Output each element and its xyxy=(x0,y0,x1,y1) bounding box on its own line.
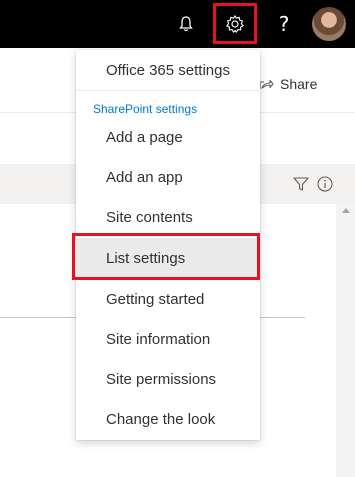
menu-separator xyxy=(76,90,260,91)
account-button[interactable] xyxy=(307,0,351,48)
list-settings-highlight-box xyxy=(72,233,260,280)
menu-item-label: Site contents xyxy=(106,208,193,226)
scrollbar[interactable] xyxy=(336,204,355,477)
menu-item-site-contents[interactable]: Site contents xyxy=(76,197,260,237)
settings-highlight-box xyxy=(213,3,257,44)
menu-item-site-permissions[interactable]: Site permissions xyxy=(76,359,260,399)
menu-item-office365-settings[interactable]: Office 365 settings xyxy=(76,50,260,90)
menu-item-getting-started[interactable]: Getting started xyxy=(76,279,260,319)
scroll-up-arrow-icon[interactable] xyxy=(342,208,350,213)
share-button[interactable]: Share xyxy=(258,73,317,95)
menu-item-label: Office 365 settings xyxy=(106,61,230,79)
menu-item-site-information[interactable]: Site information xyxy=(76,319,260,359)
help-button[interactable]: ? xyxy=(262,0,306,48)
share-label: Share xyxy=(280,76,318,92)
menu-section-header: SharePoint settings xyxy=(93,102,198,116)
bell-icon xyxy=(179,16,193,32)
menu-item-change-look[interactable]: Change the look xyxy=(76,399,260,439)
menu-item-label: Getting started xyxy=(106,290,205,308)
menu-item-label: Site information xyxy=(106,330,211,348)
menu-item-label: Add a page xyxy=(106,128,183,146)
help-icon: ? xyxy=(278,12,290,36)
filter-icon[interactable] xyxy=(292,175,310,193)
notifications-button[interactable] xyxy=(164,0,208,48)
avatar xyxy=(312,7,346,41)
suite-bar: ? xyxy=(0,0,355,48)
menu-item-add-page[interactable]: Add a page xyxy=(76,117,260,157)
info-icon[interactable] xyxy=(316,175,334,193)
menu-item-label: Add an app xyxy=(106,168,183,186)
share-icon xyxy=(259,79,274,89)
menu-item-label: Change the look xyxy=(106,410,216,428)
menu-item-label: Site permissions xyxy=(106,370,217,388)
menu-item-add-app[interactable]: Add an app xyxy=(76,157,260,197)
